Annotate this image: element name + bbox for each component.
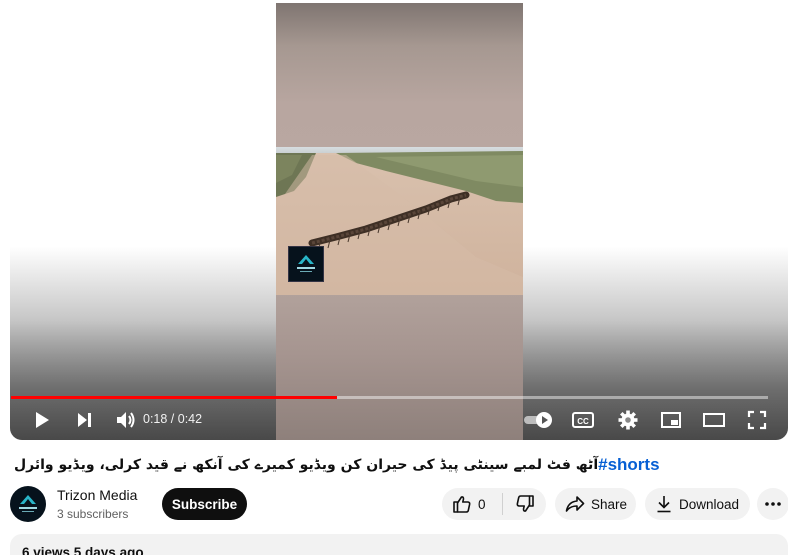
play-icon [36,412,49,428]
trizon-logo-icon [19,495,37,512]
thumbs-down-icon [516,495,534,512]
progress-bar[interactable] [11,396,768,399]
video-title: آٹھ فٹ لمبے سینٹی پیڈ کی حیران کن ویڈیو … [14,453,660,477]
captions-icon: CC [572,412,594,428]
gear-icon [618,410,638,430]
fullscreen-icon [747,410,767,430]
download-button[interactable]: Download [645,488,750,520]
play-button[interactable] [30,407,54,433]
volume-icon [117,412,135,428]
like-button[interactable]: 0 [442,488,502,520]
download-icon [657,496,671,513]
channel-watermark-logo[interactable] [288,246,324,282]
subscriber-count: 3 subscribers [57,507,129,521]
svg-text:CC: CC [577,417,589,426]
progress-bar-played [11,396,337,399]
more-horizontal-icon [765,502,781,506]
share-button[interactable]: Share [555,488,636,520]
hashtag-link[interactable]: #shorts [598,455,659,475]
video-player[interactable] [10,0,788,440]
like-count: 0 [478,496,486,512]
theater-icon [703,413,725,427]
autoplay-toggle[interactable] [522,407,556,433]
autoplay-toggle-icon [524,412,552,428]
more-actions-button[interactable] [757,488,788,520]
like-dislike-group: 0 [442,488,546,520]
download-label: Download [679,496,740,512]
miniplayer-icon [661,412,681,428]
video-frame[interactable] [276,3,523,440]
video-title-text: آٹھ فٹ لمبے سینٹی پیڈ کی حیران کن ویڈیو … [14,457,599,473]
channel-name[interactable]: Trizon Media [57,487,137,503]
blurred-fill-bottom [276,295,523,440]
fullscreen-button[interactable] [744,407,770,433]
subscribe-button[interactable]: Subscribe [162,488,247,520]
thumbs-up-icon [453,496,471,513]
mute-button[interactable] [114,407,138,433]
channel-avatar[interactable] [10,486,46,522]
time-display: 0:18 / 0:42 [143,412,203,426]
view-count-date: 6 views 5 days ago [22,545,144,555]
dislike-button[interactable] [503,488,546,520]
theater-mode-button[interactable] [700,407,728,433]
next-button[interactable] [72,407,96,433]
share-icon [565,496,585,512]
captions-button[interactable]: CC [570,407,596,433]
blurred-fill-top [276,3,523,147]
settings-button[interactable] [615,407,641,433]
next-icon [78,413,91,427]
share-label: Share [591,496,628,512]
miniplayer-button[interactable] [658,407,684,433]
